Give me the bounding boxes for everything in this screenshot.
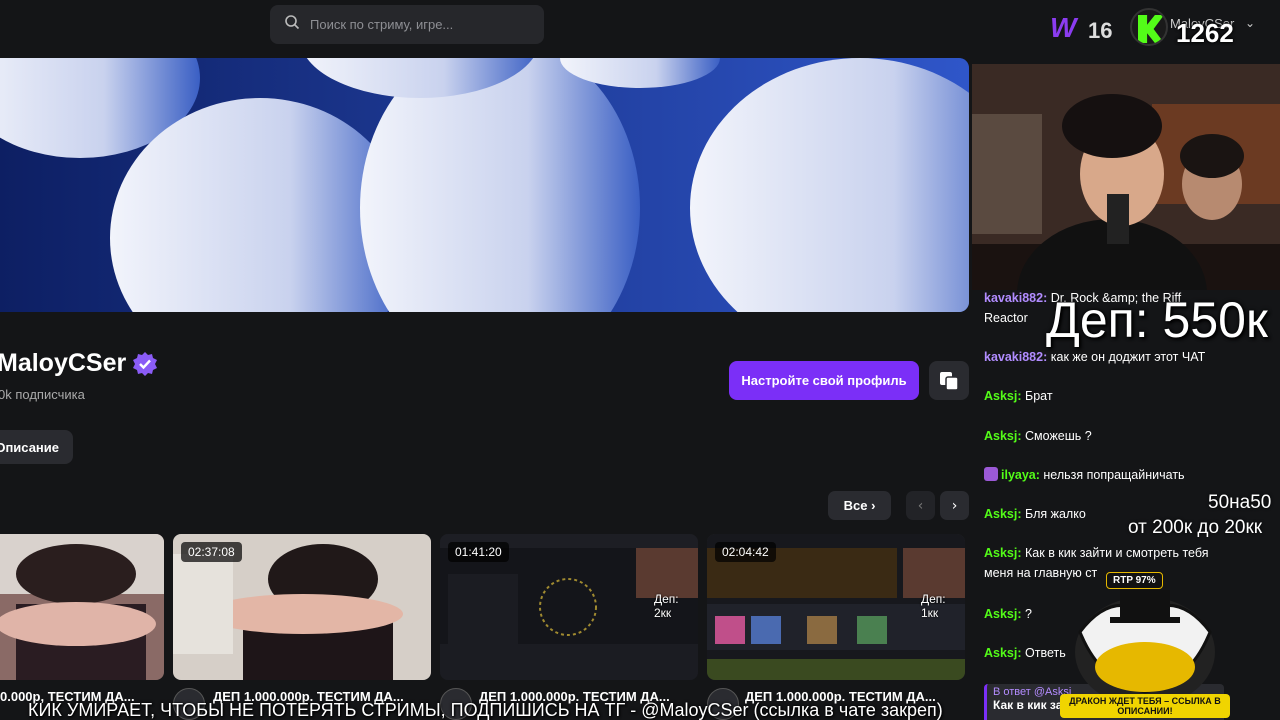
chat-nick[interactable]: Asksj: — [984, 389, 1022, 403]
chevron-right-icon: › — [871, 498, 876, 513]
kick-count: 1262 — [1176, 18, 1234, 48]
overlay-fifty: 50на50 — [1208, 492, 1272, 513]
channel-page: W 16 MaloyCSer 1262 ⌄ — [0, 0, 1280, 720]
chat-nick[interactable]: kavaki882: — [984, 350, 1047, 364]
kick-logo-icon — [1138, 15, 1164, 43]
w-logo-icon: W — [1050, 12, 1076, 43]
chevron-right-icon[interactable]: › — [940, 491, 969, 520]
chat-text: нельзя попращайничать — [1043, 468, 1185, 482]
subscriber-badge-icon — [984, 467, 998, 481]
chat-nick[interactable]: Asksj: — [984, 429, 1022, 443]
chat-nick[interactable]: Asksj: — [984, 646, 1022, 660]
chat-nick[interactable]: Asksj: — [984, 607, 1022, 621]
webcam-feed — [972, 64, 1280, 290]
chat-message: Asksj: Брат — [984, 386, 1224, 406]
video-duration: 01:41:20 — [448, 542, 509, 562]
scrolling-ticker: КИК УМИРАЕТ, ЧТОБЫ НЕ ПОТЕРЯТЬ СТРИМЫ, П… — [28, 700, 943, 720]
overlay-range: от 200к до 20кк — [1128, 517, 1263, 538]
verified-icon — [133, 351, 158, 376]
chevron-down-icon[interactable]: ⌄ — [1245, 16, 1255, 30]
subscriber-count: 0k подписчика — [0, 387, 85, 402]
video-duration: 02:04:42 — [715, 542, 776, 562]
video-duration: 02:37:08 — [181, 542, 242, 562]
search-icon — [284, 14, 300, 35]
video-thumbnail[interactable]: 02:04:42 Деп: 1кк — [707, 534, 965, 680]
chat-text: ? — [1025, 607, 1032, 621]
view-all-label: Все — [843, 498, 868, 513]
chat-nick[interactable]: kavaki882: — [984, 291, 1047, 305]
chat-text: как же он доджит этот ЧАТ — [1050, 350, 1206, 364]
chat-message: kavaki882: как же он доджит этот ЧАТ — [984, 347, 1224, 367]
search-input[interactable] — [310, 17, 530, 32]
video-thumbnail[interactable] — [0, 534, 164, 680]
thumbnail-overlay-text: Деп: 2кк — [654, 592, 679, 620]
promo-cta: ДРАКОН ЖДЕТ ТЕБЯ – ССЫЛКА В ОПИСАНИИ! — [1060, 694, 1230, 718]
search-bar[interactable] — [270, 5, 544, 44]
chat-nick[interactable]: Asksj: — [984, 546, 1022, 560]
avatar[interactable] — [1130, 8, 1168, 46]
promo-rtp: RTP 97% — [1106, 572, 1163, 589]
chat-message: Asksj: Сможешь ? — [984, 426, 1224, 446]
channel-name: MaloyCSer — [0, 349, 158, 378]
chat-text: Сможешь ? — [1025, 429, 1092, 443]
chat-text: Брат — [1025, 389, 1053, 403]
view-all-button[interactable]: Все › — [828, 491, 891, 520]
chat-text: Бля жалко — [1025, 507, 1086, 521]
video-thumbnail[interactable]: 02:37:08 — [173, 534, 431, 680]
copy-icon — [940, 371, 959, 391]
description-tab[interactable]: Описание — [0, 430, 73, 464]
thumbnail-overlay-text: Деп: 1кк — [921, 592, 946, 620]
copy-button[interactable] — [929, 361, 969, 400]
chat-nick[interactable]: ilyaya: — [1001, 468, 1040, 482]
w-count: 16 — [1088, 18, 1113, 43]
channel-banner — [0, 58, 969, 312]
promo-overlay: RTP 97% ДРАКОН ЖДЕТ ТЕБЯ – ССЫЛКА В ОПИС… — [1050, 572, 1240, 720]
chat-message: ilyaya: нельзя попращайничать — [984, 465, 1224, 485]
setup-profile-button[interactable]: Настройте свой профиль — [729, 361, 919, 400]
channel-name-text: MaloyCSer — [0, 349, 127, 377]
chevron-left-icon[interactable]: ‹ — [906, 491, 935, 520]
deposit-overlay: Деп: 550к — [1046, 292, 1268, 348]
chat-nick[interactable]: Asksj: — [984, 507, 1022, 521]
video-thumbnail[interactable]: 01:41:20 Деп: 2кк — [440, 534, 698, 680]
